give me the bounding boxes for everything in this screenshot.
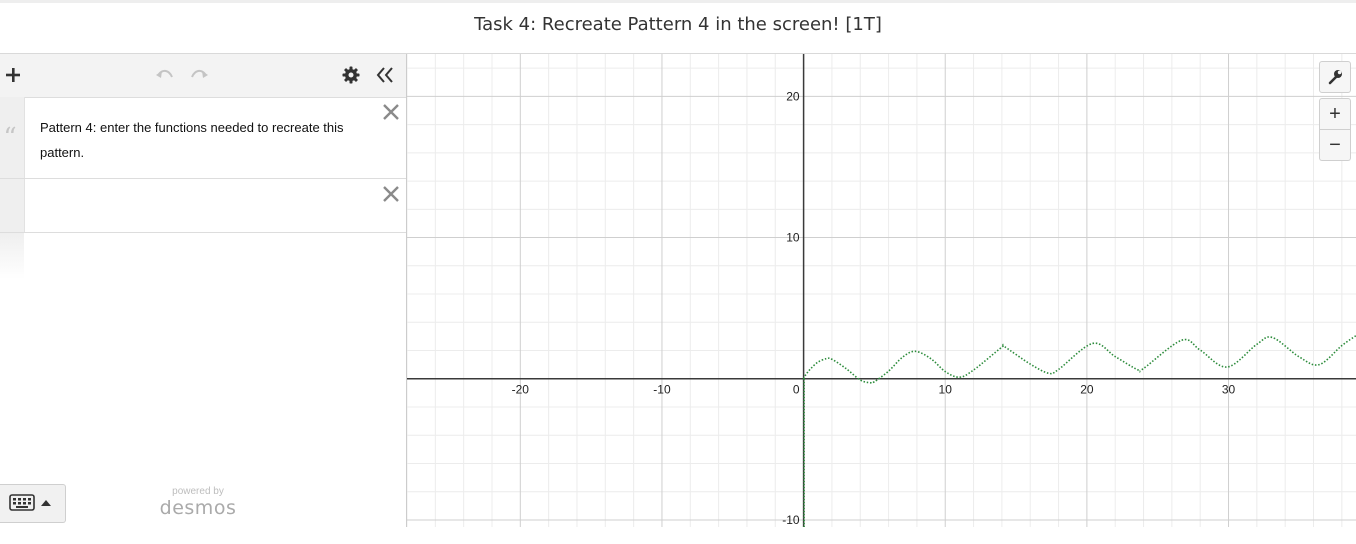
function-curve <box>802 335 1356 384</box>
x-tick-label: -10 <box>653 383 671 397</box>
keyboard-toggle-button[interactable] <box>0 484 66 523</box>
empty-row-gutter <box>0 233 24 279</box>
expression-item[interactable] <box>0 179 406 233</box>
delete-expression-button[interactable] <box>380 183 402 205</box>
zoom-out-icon: − <box>1329 134 1341 156</box>
close-icon <box>383 186 399 202</box>
powered-by-text: powered by <box>172 486 224 497</box>
top-strip <box>0 0 1356 3</box>
plus-icon <box>6 68 20 82</box>
expression-input[interactable] <box>40 195 360 215</box>
collapse-sidebar-button[interactable] <box>373 60 397 90</box>
graph-canvas[interactable]: -20 -10 0 10 20 30 -10 10 20 <box>407 54 1356 527</box>
expression-toolbar <box>0 54 406 98</box>
item-gutter: “ <box>0 97 25 178</box>
add-item-button[interactable] <box>2 60 24 90</box>
graph-settings-button[interactable] <box>1319 61 1351 93</box>
delete-note-button[interactable] <box>380 101 402 123</box>
y-tick-label: 10 <box>786 231 800 245</box>
undo-icon <box>156 69 173 78</box>
graph-paper[interactable]: -20 -10 0 10 20 30 -10 10 20 + − <box>407 54 1356 527</box>
x-tick-label: -20 <box>512 383 530 397</box>
x-tick-label: 30 <box>1222 383 1236 397</box>
zoom-in-button[interactable]: + <box>1319 98 1351 130</box>
undo-button[interactable] <box>153 60 177 90</box>
settings-button[interactable] <box>340 60 362 90</box>
double-chevron-left-icon <box>376 67 393 83</box>
graphing-app: “ Pattern 4: enter the functions needed … <box>0 53 1356 527</box>
redo-button[interactable] <box>187 60 211 90</box>
gear-icon <box>342 66 360 84</box>
zoom-in-icon: + <box>1329 103 1341 125</box>
note-text[interactable]: Pattern 4: enter the functions needed to… <box>40 115 360 165</box>
expression-sidebar: “ Pattern 4: enter the functions needed … <box>0 54 407 527</box>
x-tick-label: 10 <box>939 383 953 397</box>
keyboard-icon <box>9 494 51 511</box>
note-item[interactable]: “ Pattern 4: enter the functions needed … <box>0 97 406 179</box>
y-tick-label: 20 <box>786 89 800 103</box>
powered-by-logo[interactable]: powered by desmos <box>150 486 246 519</box>
y-tick-label: -10 <box>782 513 800 527</box>
x-tick-label: 0 <box>793 383 800 397</box>
redo-icon <box>191 69 208 78</box>
zoom-out-button[interactable]: − <box>1319 130 1351 161</box>
x-tick-label: 20 <box>1080 383 1094 397</box>
close-icon <box>383 104 399 120</box>
desmos-brand: desmos <box>159 497 237 519</box>
wrench-icon <box>1328 70 1342 85</box>
page-title: Task 4: Recreate Pattern 4 in the screen… <box>474 14 882 35</box>
item-gutter <box>0 179 25 232</box>
quote-icon: “ <box>3 123 17 153</box>
